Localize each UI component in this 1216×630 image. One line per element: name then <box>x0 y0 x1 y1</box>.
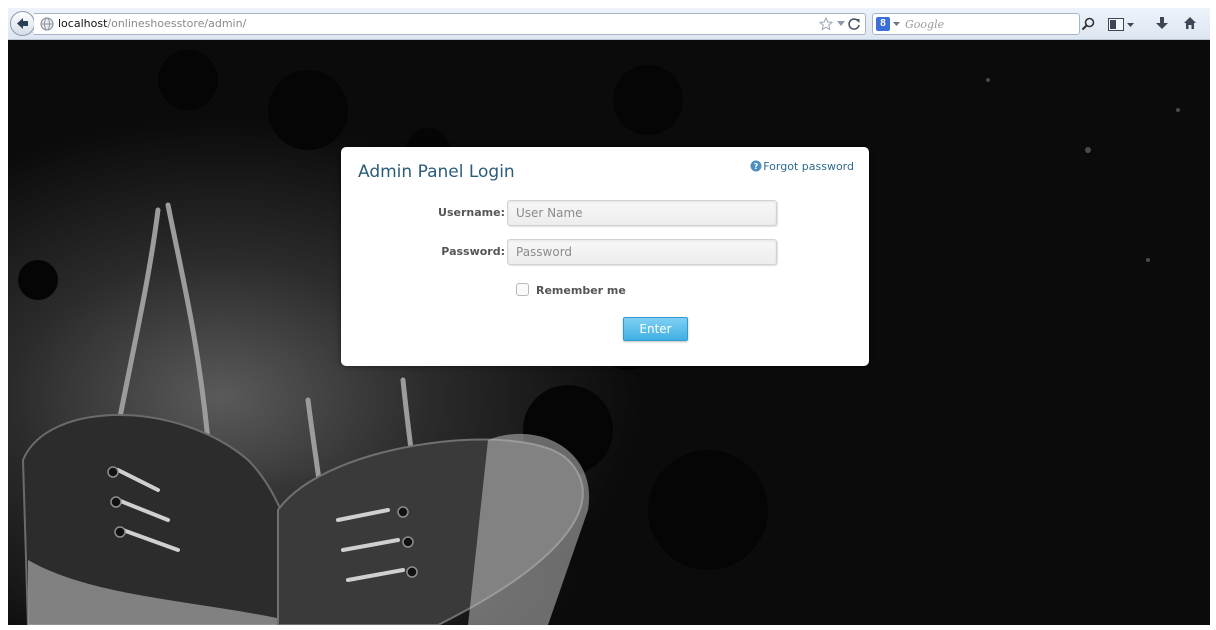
forgot-password-label: Forgot password <box>763 160 854 173</box>
search-engine-dropdown-icon[interactable] <box>893 22 900 27</box>
globe-icon <box>40 17 54 31</box>
svg-text:?: ? <box>754 162 759 171</box>
page-content: Admin Panel Login ? Forgot password User… <box>8 40 1210 625</box>
bookmarks-icon[interactable] <box>1108 18 1124 31</box>
username-input[interactable] <box>507 200 777 226</box>
url-history-dropdown-icon[interactable] <box>837 21 845 27</box>
search-engine-icon[interactable]: 8 <box>876 17 890 31</box>
reload-icon[interactable] <box>847 17 861 31</box>
password-input[interactable] <box>507 239 777 265</box>
forgot-password-link[interactable]: ? Forgot password <box>750 160 854 173</box>
url-host: localhost <box>58 17 108 30</box>
username-label: Username: <box>438 206 505 219</box>
back-arrow-icon <box>17 18 28 29</box>
remember-me-label: Remember me <box>536 284 626 297</box>
back-button[interactable] <box>10 11 35 36</box>
enter-button[interactable]: Enter <box>623 317 688 341</box>
search-bar[interactable]: 8 Google <box>872 13 1080 35</box>
password-label: Password: <box>441 245 505 258</box>
home-icon[interactable] <box>1183 16 1197 30</box>
bookmarks-dropdown-icon[interactable] <box>1127 23 1134 28</box>
address-bar[interactable]: localhost/onlineshoesstore/admin/ <box>34 13 866 35</box>
url-path: /onlineshoesstore/admin/ <box>107 17 247 30</box>
address-bar-url: localhost/onlineshoesstore/admin/ <box>58 17 246 30</box>
bookmark-star-icon[interactable] <box>819 17 833 31</box>
help-icon: ? <box>750 160 762 172</box>
search-placeholder: Google <box>905 18 945 31</box>
search-go-icon[interactable] <box>1081 17 1095 31</box>
login-panel: Admin Panel Login ? Forgot password User… <box>341 147 869 366</box>
panel-title: Admin Panel Login <box>358 162 515 182</box>
download-icon[interactable] <box>1156 17 1168 31</box>
remember-me-checkbox[interactable] <box>516 283 529 296</box>
browser-toolbar: localhost/onlineshoesstore/admin/ 8 Goog… <box>8 8 1210 40</box>
